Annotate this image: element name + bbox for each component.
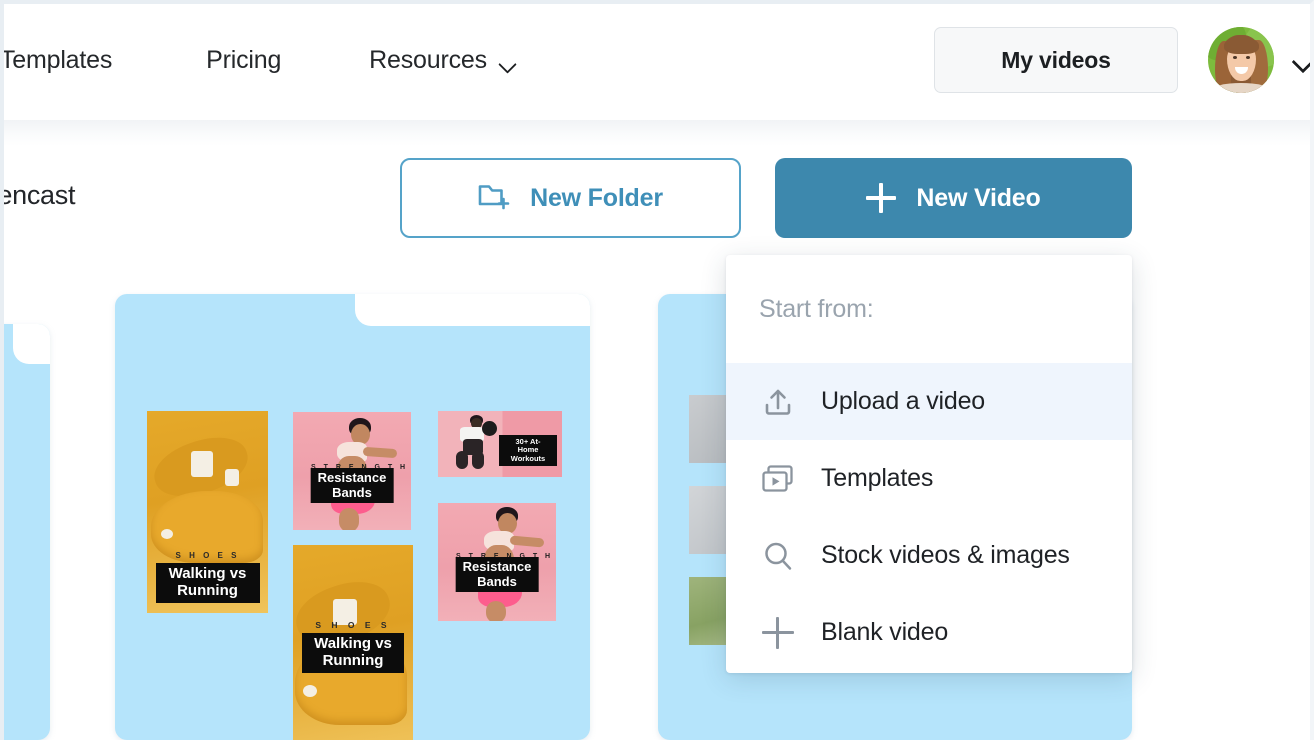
thumbnail-label: Walking vs Running [155, 563, 260, 603]
folder-tab-notch [12, 324, 50, 364]
folder-plus-icon [478, 181, 512, 216]
thumbnail-walking-vs-running-portrait[interactable]: S H O E S Walking vs Running [147, 411, 268, 613]
nav-item-label: Pricing [206, 45, 282, 74]
new-folder-button[interactable]: New Folder [400, 158, 741, 238]
thumbnail-resistance-bands-1[interactable]: S T R E N G T H Resistance Bands [293, 412, 411, 530]
menu-item-upload-a-video[interactable]: Upload a video [726, 363, 1132, 440]
library-toolbar: reencast New Folder New Video [0, 146, 1314, 256]
menu-item-label: Upload a video [821, 387, 985, 415]
thumbnail-label: Resistance Bands [455, 557, 539, 593]
menu-item-templates[interactable]: Templates [726, 440, 1132, 517]
thumbnail-kicker: S H O E S [175, 551, 240, 560]
new-video-label: New Video [916, 183, 1041, 212]
my-videos-button[interactable]: My videos [934, 27, 1178, 93]
plus-icon [759, 614, 797, 652]
folder-card-greens[interactable] [0, 324, 50, 740]
menu-item-label: Templates [821, 464, 934, 492]
menu-item-label: Stock videos & images [821, 541, 1070, 569]
new-video-button[interactable]: New Video [775, 158, 1132, 238]
account-menu-trigger[interactable] [1208, 27, 1314, 93]
nav-item-label: Templates [0, 45, 113, 74]
nav-item-pricing[interactable]: Pricing [190, 40, 297, 81]
primary-nav: Templates Pricing Resources [0, 40, 534, 81]
avatar [1208, 27, 1274, 93]
site-header: Templates Pricing Resources My videos [0, 0, 1314, 120]
breadcrumb: reencast [0, 180, 76, 210]
my-videos-label: My videos [1001, 46, 1111, 73]
dropdown-heading: Start from: [759, 294, 874, 323]
thumbnail-label: 30+ At-Home Workouts [499, 435, 557, 467]
upload-icon [759, 383, 797, 421]
nav-item-label: Resources [369, 45, 487, 74]
chevron-down-icon [499, 58, 518, 69]
templates-icon [759, 460, 797, 498]
nav-item-resources[interactable]: Resources [353, 40, 534, 81]
menu-item-stock-videos-images[interactable]: Stock videos & images [726, 517, 1132, 594]
folder-card-fitness[interactable]: S H O E S Walking vs Running S T R E N G… [115, 294, 590, 740]
new-folder-label: New Folder [530, 183, 663, 212]
thumbnail-kicker: S H O E S [315, 620, 391, 630]
thumbnail-at-home-workouts[interactable]: 30+ At-Home Workouts [438, 411, 562, 477]
chevron-down-icon[interactable] [1292, 54, 1314, 67]
header-actions: My videos [934, 0, 1314, 120]
app-root: Templates Pricing Resources My videos en… [0, 0, 1314, 740]
nav-item-templates[interactable]: Templates [0, 40, 128, 81]
menu-item-blank-video[interactable]: Blank video [726, 594, 1132, 671]
thumbnail-label: Resistance Bands [310, 468, 394, 504]
thumbnail-walking-vs-running-tall[interactable]: S H O E S Walking vs Running [293, 545, 413, 740]
search-icon [759, 537, 797, 575]
thumbnail-label: Walking vs Running [302, 633, 404, 673]
folder-tab-notch [355, 294, 590, 326]
plus-icon [866, 183, 897, 213]
menu-item-label: Blank video [821, 618, 949, 646]
header-divider [0, 120, 1314, 146]
new-video-dropdown-menu: Start from: Upload a video Templates Sto… [726, 255, 1132, 673]
thumbnail-resistance-bands-2[interactable]: S T R E N G T H Resistance Bands [438, 503, 556, 621]
